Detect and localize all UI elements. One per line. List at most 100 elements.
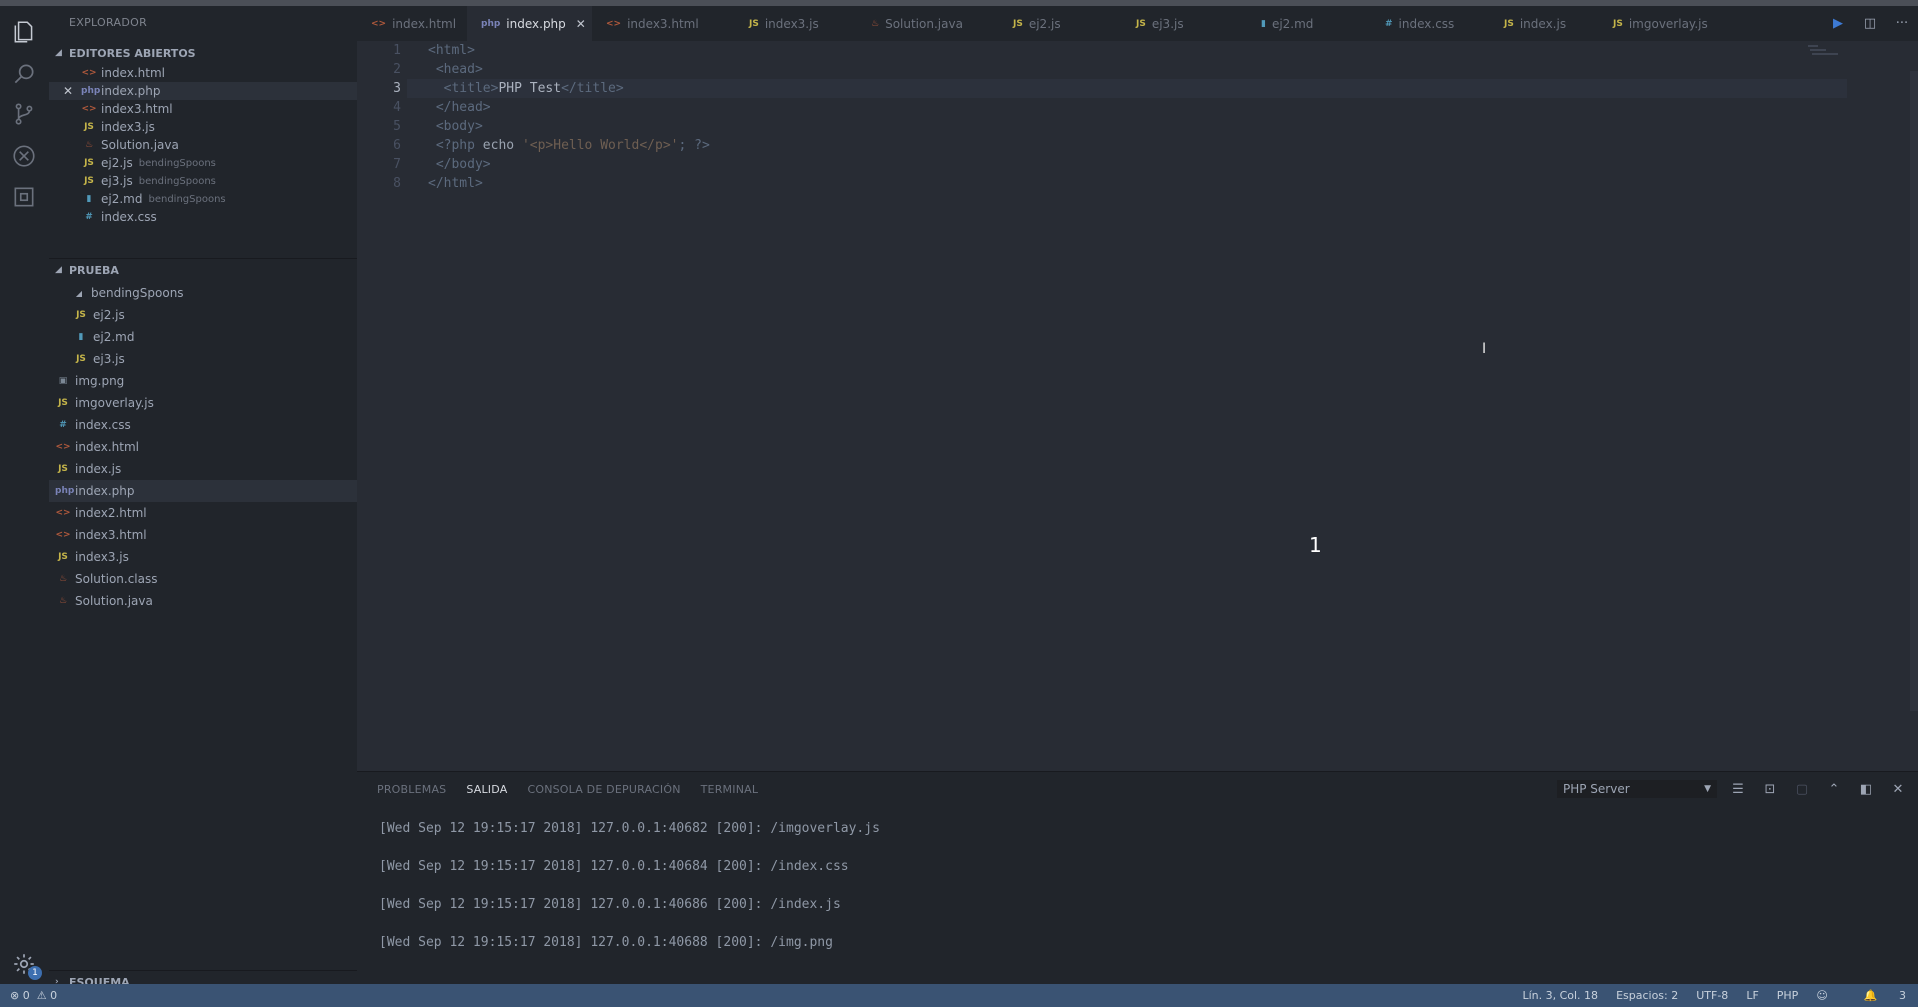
code-line[interactable]: <title>PHP Test</title> — [428, 79, 624, 98]
warning-icon: ⚠ — [36, 989, 47, 1002]
md-file-icon: ▮ — [78, 332, 84, 342]
tab-solution-java[interactable]: ♨ Solution.java — [857, 6, 999, 41]
project-header[interactable]: ◢ PRUEBA — [49, 258, 357, 281]
output-channel-select[interactable]: PHP Server ▼ — [1557, 780, 1717, 798]
extensions-icon[interactable] — [10, 183, 38, 211]
tab-index-php[interactable]: php index.php ✕ — [467, 6, 592, 41]
open-editor-item[interactable]: ♨ Solution.java — [49, 136, 357, 154]
folder-bendingspoons[interactable]: ◢ bendingSpoons — [49, 282, 357, 304]
tree-file-item[interactable]: ♨ Solution.class — [49, 568, 357, 590]
tree-file-item[interactable]: <> index3.html — [49, 524, 357, 546]
php-file-icon: php — [481, 18, 501, 29]
notifications[interactable]: 🔔 3 — [1846, 989, 1906, 1002]
bottom-panel: PROBLEMAS SALIDA CONSOLA DE DEPURACIÓN TERM… — [357, 771, 1918, 985]
close-icon[interactable]: ✕ — [576, 17, 586, 31]
code-editor[interactable]: 1 2 3 4 5 6 7 8 <html> <head> <title>PHP Test</… — [357, 41, 1918, 771]
code-line[interactable]: </head> — [428, 98, 491, 117]
tab-index-css[interactable]: # index.css — [1371, 6, 1490, 41]
file-name: Solution.java — [101, 138, 179, 152]
tab-label: index3.js — [764, 16, 819, 31]
project-label: PRUEBA — [69, 263, 119, 277]
css-file-icon: # — [1385, 18, 1393, 29]
open-editor-item[interactable]: <> index3.html — [49, 100, 357, 118]
tab-imgoverlay-js[interactable]: JS imgoverlay.js — [1599, 6, 1739, 41]
file-name: ej2.js — [93, 308, 125, 322]
open-editor-item[interactable]: ▮ ej2.md bendingSpoons — [49, 190, 357, 208]
mouse-cursor-icon: I — [1482, 341, 1487, 357]
indentation[interactable]: Espacios: 2 — [1616, 989, 1678, 1002]
lock-icon[interactable]: ⊡ — [1754, 782, 1786, 797]
code-line[interactable]: <head> — [428, 60, 483, 79]
file-name: ej2.md — [101, 192, 143, 206]
open-editor-item[interactable]: JS ej3.js bendingSpoons — [49, 172, 357, 190]
code-line[interactable]: <?php echo '<p>Hello World</p>'; ?> — [428, 136, 710, 155]
line-number: 1 — [393, 43, 401, 58]
close-panel-icon[interactable]: ✕ — [1882, 782, 1914, 797]
panel-tab-terminal[interactable]: TERMINAL — [701, 783, 759, 796]
panel-tab-salida[interactable]: SALIDA — [466, 783, 507, 796]
debug-icon[interactable] — [10, 142, 38, 170]
tab-index3-js[interactable]: JS index3.js — [735, 6, 857, 41]
search-icon[interactable] — [10, 60, 38, 88]
cursor-position[interactable]: Lín. 3, Col. 18 — [1522, 989, 1598, 1002]
js-file-icon: JS — [58, 464, 68, 474]
panel-tab-consola-de-depuraci-n[interactable]: CONSOLA DE DEPURACIÓN — [527, 783, 680, 796]
tree-file-item[interactable]: JS ej3.js — [49, 348, 357, 370]
output-channel-value: PHP Server — [1563, 782, 1630, 796]
editor-scrollbar[interactable] — [1910, 71, 1918, 711]
end-of-line[interactable]: LF — [1746, 989, 1758, 1002]
tab-index-js[interactable]: JS index.js — [1490, 6, 1599, 41]
run-icon[interactable]: ▶ — [1822, 16, 1854, 31]
tree-file-item[interactable]: <> index.html — [49, 436, 357, 458]
java-file-icon: ♨ — [58, 574, 68, 584]
tree-file-item[interactable]: ♨ Solution.java — [49, 590, 357, 612]
source-control-icon[interactable] — [10, 100, 38, 128]
minimap[interactable] — [1788, 41, 1918, 771]
code-line[interactable]: <body> — [428, 117, 483, 136]
open-editors-header[interactable]: ◢ EDITORES ABIERTOS — [49, 42, 357, 64]
panel-position-icon[interactable]: ◧ — [1850, 782, 1882, 797]
clear-output-icon[interactable]: ▢ — [1786, 782, 1818, 797]
tree-file-item[interactable]: ▣ img.png — [49, 370, 357, 392]
php-file-icon: php — [81, 86, 101, 96]
more-actions-icon[interactable]: ··· — [1886, 16, 1918, 31]
tree-file-item[interactable]: php index.php — [49, 480, 357, 502]
code-line[interactable]: </html> — [428, 174, 483, 193]
split-editor-icon[interactable]: ◫ — [1854, 16, 1886, 31]
img-file-icon: ▣ — [58, 376, 68, 386]
explorer-icon[interactable] — [10, 18, 38, 46]
notification-count: 3 — [1899, 989, 1906, 1002]
code-line[interactable]: </body> — [428, 155, 491, 174]
open-editor-item[interactable]: <> index.html — [49, 64, 357, 82]
problems-status[interactable]: ⊗ 0 ⚠ 0 — [10, 989, 57, 1002]
close-icon[interactable]: ✕ — [61, 84, 75, 98]
js-file-icon: JS — [1504, 18, 1514, 29]
code-line[interactable]: <html> — [428, 41, 475, 60]
tree-file-item[interactable]: # index.css — [49, 414, 357, 436]
panel-tab-problemas[interactable]: PROBLEMAS — [377, 783, 446, 796]
line-number: 4 — [393, 100, 401, 115]
open-editor-item[interactable]: # index.css — [49, 208, 357, 226]
open-editor-item[interactable]: JS ej2.js bendingSpoons — [49, 154, 357, 172]
open-editor-item[interactable]: JS index3.js — [49, 118, 357, 136]
language-mode[interactable]: PHP — [1777, 989, 1799, 1002]
tree-file-item[interactable]: <> index2.html — [49, 502, 357, 524]
open-editor-item[interactable]: ✕ php index.php — [49, 82, 357, 100]
tree-file-item[interactable]: ▮ ej2.md — [49, 326, 357, 348]
tree-file-item[interactable]: JS ej2.js — [49, 304, 357, 326]
feedback-smiley-icon[interactable]: ☺ — [1816, 989, 1827, 1002]
tree-file-item[interactable]: JS index.js — [49, 458, 357, 480]
status-bar: ⊗ 0 ⚠ 0 Lín. 3, Col. 18 Espacios: 2 UTF-… — [0, 984, 1918, 1007]
maximize-panel-icon[interactable]: ⌃ — [1818, 782, 1850, 797]
tab-ej3-js[interactable]: JS ej3.js — [1122, 6, 1247, 41]
tab-label: index3.html — [627, 16, 699, 31]
tab-ej2-js[interactable]: JS ej2.js — [999, 6, 1122, 41]
encoding[interactable]: UTF-8 — [1696, 989, 1728, 1002]
list-icon[interactable]: ☰ — [1722, 782, 1754, 797]
tab-ej2-md[interactable]: ▮ ej2.md — [1247, 6, 1371, 41]
tab-index-html[interactable]: <> index.html — [357, 6, 467, 41]
file-name: img.png — [75, 374, 125, 388]
tab-index3-html[interactable]: <> index3.html — [592, 6, 735, 41]
tree-file-item[interactable]: JS index3.js — [49, 546, 357, 568]
tree-file-item[interactable]: JS imgoverlay.js — [49, 392, 357, 414]
